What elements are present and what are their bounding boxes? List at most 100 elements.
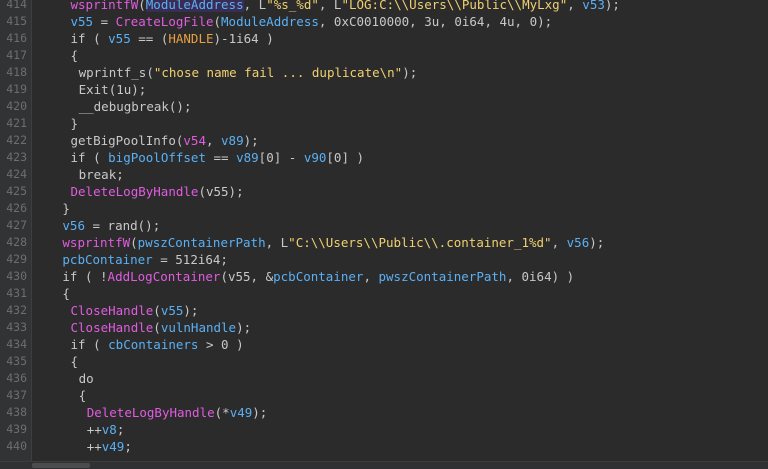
scrollbar-thumb[interactable] [32,463,90,468]
code-token: ++ [86,422,102,437]
code-line[interactable]: 432 CloseHandle(v55); [0,302,768,319]
code-line[interactable]: 424 break; [0,166,768,183]
code-token: , L [243,0,267,12]
code-line[interactable]: 422 getBigPoolInfo(v54, v89); [0,132,768,149]
code-line[interactable]: 419 Exit(1u); [0,81,768,98]
code-line[interactable]: 438 DeleteLogByHandle(*v49); [0,404,768,421]
code-text: } [62,200,70,217]
code-line[interactable]: 436 do [0,370,768,387]
code-token: wprintf_s [78,65,147,80]
code-token: DeleteLogByHandle [70,184,199,199]
code-token: ModuleAddress [221,14,319,29]
code-token: ); [604,0,620,12]
code-token: v54 [183,133,206,148]
code-token: , [567,0,583,12]
code-token: HANDLE [168,31,214,46]
code-token: , [205,133,222,148]
line-number: 440 [6,439,27,453]
code-line[interactable]: 440 ++v49; [0,438,768,455]
code-line[interactable]: 417 { [0,47,768,64]
code-token: bigPoolOffset [108,150,206,165]
code-token: v55 [160,303,184,318]
code-token: v89 [221,133,244,148]
code-text: __debugbreak(); [79,98,192,115]
code-token: , L [318,0,342,12]
code-token: ( [213,14,222,29]
code-text: do [79,370,94,387]
line-number: 428 [6,235,27,249]
line-number: 437 [6,388,27,402]
code-token: , L [265,235,289,250]
code-token: , [363,269,379,284]
code-token: == ( [130,31,169,46]
code-line[interactable]: 421} [0,115,768,132]
code-text: DeleteLogByHandle(*v49); [87,404,268,421]
code-token: , 0i64) ) [506,269,575,284]
code-line[interactable]: 423 if ( bigPoolOffset == v89[0] - v90[0]… [0,149,768,166]
code-line[interactable]: 430 if ( !AddLogContainer(v55, &pcbContai… [0,268,768,285]
code-token: [0] - [258,150,304,165]
code-token: (1u); [108,82,147,97]
code-token: = [84,218,108,233]
code-text: } [71,115,79,132]
code-line[interactable]: 426} [0,200,768,217]
code-line[interactable]: 414 wsprintfW(ModuleAddress, L"%s_%d", L"… [0,0,768,13]
code-token: do [78,371,94,386]
code-line[interactable]: 434 if ( cbContainers > 0 ) [0,336,768,353]
code-token: v89 [236,150,259,165]
code-token: rand [107,218,138,233]
code-line[interactable]: 416 if ( v55 == (HANDLE)-1i64 ) [0,30,768,47]
code-token: > 0 ) [198,337,244,352]
code-token: "%s_%d" [266,0,319,12]
code-token: [0] ) [326,150,365,165]
code-line[interactable]: 415 v55 = CreateLogFile(ModuleAddress, 0x… [0,13,768,30]
line-number: 430 [6,269,27,283]
code-token: ( [130,235,138,250]
line-number: 416 [6,31,27,45]
code-text: ++v8; [87,421,125,438]
line-number: 425 [6,184,27,198]
code-line[interactable]: 428 wsprintfW(pwszContainerPath, L"C:\\Us… [0,234,768,251]
code-token: pwszContainerPath [137,235,266,250]
code-text: if ( bigPoolOffset == v89[0] - v90[0] ) [71,149,365,166]
code-line[interactable]: 437 { [0,387,768,404]
code-text: ++v49; [87,438,132,455]
code-line[interactable]: 420 __debugbreak(); [0,98,768,115]
code-token: wsprintfW [62,235,131,250]
code-token: ); [183,303,199,318]
line-number: 415 [6,14,27,28]
code-text: { [62,285,70,302]
code-token: pcbContainer [273,269,364,284]
code-token: ; [124,439,132,454]
line-number: 422 [6,133,27,147]
code-line[interactable]: 427 v56 = rand(); [0,217,768,234]
code-token: , [551,235,567,250]
code-text: wprintf_s("chose name fail ... duplicate… [79,64,418,81]
code-editor[interactable]: 414 wsprintfW(ModuleAddress, L"%s_%d", L"… [0,0,768,469]
line-number: 439 [6,422,27,436]
code-text: wsprintfW(pwszContainerPath, L"C:\\Users… [62,234,604,251]
code-line[interactable]: 433 CloseHandle(vulnHandle); [0,319,768,336]
code-token: (); [168,99,192,114]
code-token: ); [243,133,259,148]
horizontal-scrollbar[interactable] [0,461,768,469]
code-token: { [62,286,70,301]
code-token: CloseHandle [70,303,154,318]
code-line[interactable]: 429 pcbContainer = 512i64; [0,251,768,268]
code-text: break; [79,166,124,183]
code-token: "C:\\Users\\Public\\.container_1%d" [288,235,552,250]
code-line[interactable]: 425 DeleteLogByHandle(v55); [0,183,768,200]
code-token: pwszContainerPath [378,269,507,284]
code-token: if ( ! [62,269,108,284]
code-line[interactable]: 439 ++v8; [0,421,768,438]
code-line[interactable]: 435 { [0,353,768,370]
code-token: { [70,354,79,369]
code-text: { [79,387,87,404]
code-token: v56 [566,235,590,250]
code-line[interactable]: 418 wprintf_s("chose name fail ... duplic… [0,64,768,81]
code-token: vulnHandle [160,320,237,335]
code-token: v8 [101,422,117,437]
code-line[interactable]: 431 { [0,285,768,302]
line-number: 417 [6,48,27,62]
code-token: pcbContainer [62,252,153,267]
